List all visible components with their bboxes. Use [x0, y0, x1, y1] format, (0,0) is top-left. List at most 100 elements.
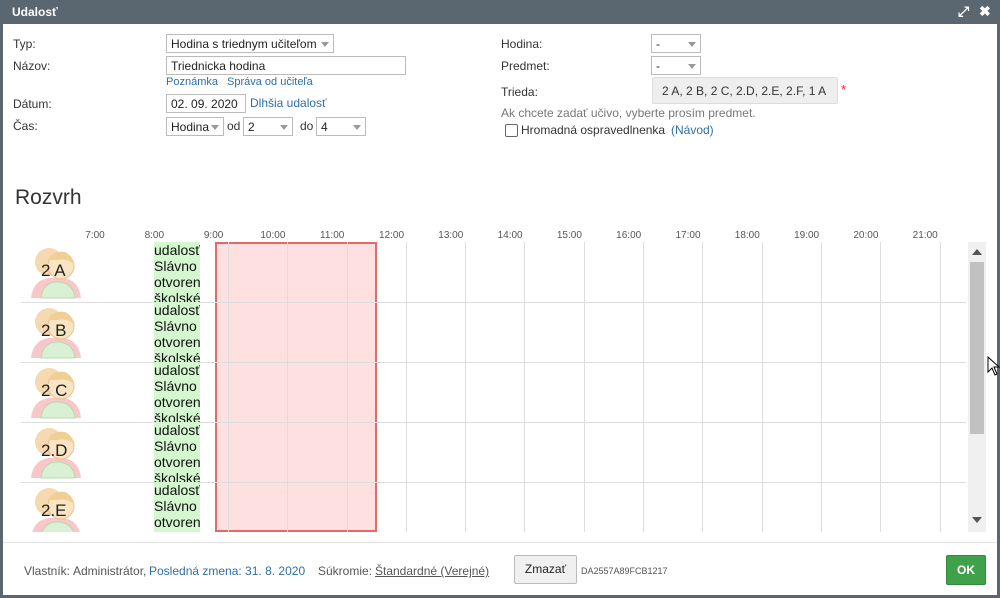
typ-select[interactable]: Hodina s triednym učiteľom [166, 34, 334, 53]
ok-button[interactable]: OK [946, 555, 986, 585]
event-text-line: otvoren [154, 454, 200, 470]
schedule-heading: Rozvrh [15, 186, 82, 209]
typ-select-value: Hodina s triednym učiteľom [171, 37, 317, 51]
hour-label: 18:00 [734, 230, 760, 241]
schedule-event[interactable]: udalosťSlávnootvorenškolské [154, 362, 200, 422]
hodina-label: Hodina: [501, 37, 543, 51]
schedule-event[interactable]: udalosťSlávnootvorenškolské [154, 302, 200, 362]
close-icon[interactable]: ✖ [979, 3, 991, 19]
chevron-down-icon [353, 125, 361, 130]
hodina-select[interactable]: - [651, 34, 701, 53]
dlhsia-udalost-link[interactable]: Dlhšia udalosť [250, 96, 327, 110]
event-text-line: otvoren [154, 394, 200, 410]
hour-label: 21:00 [912, 230, 938, 241]
hour-label: 7:00 [85, 230, 105, 241]
hour-gridline [524, 242, 525, 532]
poznamka-link[interactable]: Poznámka [166, 76, 218, 88]
nazov-input[interactable]: Triednicka hodina [166, 56, 406, 75]
od-select-value: 2 [248, 120, 255, 134]
schedule-grid[interactable]: 7:00 8:00 9:00 10:00 11:00 12:00 13:00 14:00 15:… [21, 228, 986, 532]
chevron-down-icon [321, 42, 329, 47]
event-text-line: Slávno [154, 258, 197, 274]
datum-label: Dátum: [13, 97, 52, 111]
delete-button[interactable]: Zmazať [514, 555, 577, 584]
owner-value: Administrátor, [73, 564, 147, 578]
schedule-event[interactable]: udalosťSlávnootvorenškolské [154, 422, 200, 482]
event-text-line: otvoren [154, 274, 200, 290]
hour-label: 17:00 [675, 230, 701, 241]
cas-unit-value: Hodina [171, 120, 210, 134]
event-text-line: Slávno [154, 498, 197, 514]
scrollbar-thumb[interactable] [970, 262, 984, 434]
od-label: od [227, 119, 241, 133]
event-text-line: udalosť [154, 362, 200, 378]
od-select[interactable]: 2 [243, 117, 293, 136]
hour-gridline [880, 242, 881, 532]
do-select[interactable]: 4 [316, 117, 366, 136]
scroll-down-icon[interactable] [972, 517, 982, 523]
event-text-line: Slávno [154, 318, 197, 334]
required-mark: * [841, 82, 847, 97]
hour-label: 13:00 [438, 230, 464, 241]
chevron-down-icon [211, 125, 219, 130]
hour-label: 11:00 [320, 230, 345, 241]
chevron-down-icon [688, 42, 696, 47]
datum-input[interactable]: 02. 09. 2020 [166, 94, 246, 113]
event-text-line: udalosť [154, 482, 200, 498]
schedule-event[interactable]: udalosťSlávnootvorenškolské [154, 482, 200, 532]
chevron-down-icon [280, 125, 288, 130]
hour-gridline [347, 242, 348, 532]
dialog-titlebar[interactable]: Udalosť ⤢ ✖ [3, 0, 997, 24]
navod-link[interactable]: (Návod) [671, 123, 714, 137]
hour-gridline [584, 242, 585, 532]
predmet-select-value: - [656, 59, 660, 73]
hour-gridline [228, 242, 229, 532]
hour-gridline [940, 242, 941, 532]
last-change: Posledná zmena: 31. 8. 2020 [149, 564, 306, 578]
class-row-label: 2 A [41, 261, 66, 280]
event-text-line: školské [154, 290, 200, 302]
event-text-line: otvoren [154, 514, 200, 530]
typ-label: Typ: [13, 37, 36, 51]
selected-time-range[interactable] [215, 242, 377, 532]
hour-gridline [702, 242, 703, 532]
hour-label: 12:00 [378, 230, 405, 241]
scroll-up-icon[interactable] [972, 249, 982, 255]
predmet-label: Predmet: [501, 59, 550, 73]
hodina-select-value: - [656, 37, 660, 51]
hour-label: 14:00 [497, 230, 523, 241]
dialog-title: Udalosť [12, 5, 58, 19]
privacy-value[interactable]: Štandardné (Verejné) [375, 564, 489, 578]
hour-label: 8:00 [144, 230, 165, 241]
hour-label: 15:00 [556, 230, 582, 241]
cas-unit-select[interactable]: Hodina [166, 117, 224, 136]
do-label: do [300, 119, 314, 133]
event-text-line: školské [154, 410, 200, 422]
chevron-down-icon [688, 64, 696, 69]
hour-label: 20:00 [853, 230, 879, 241]
footer-divider [3, 542, 997, 543]
trieda-multiselect[interactable]: 2 A, 2 B, 2 C, 2.D, 2.E, 2.F, 1 A [652, 77, 838, 104]
schedule-event[interactable]: udalosťSlávnootvorenškolské [154, 242, 200, 302]
hour-gridline [465, 242, 466, 532]
nazov-label: Názov: [13, 59, 51, 73]
sprava-link[interactable]: Správa od učiteľa [227, 76, 313, 88]
event-text-line: otvoren [154, 334, 200, 350]
predmet-select[interactable]: - [651, 56, 701, 75]
hromadna-checkbox[interactable] [505, 124, 518, 137]
event-code: DA2557A89FCB1217 [581, 566, 668, 576]
class-row-label: 2 B [41, 321, 67, 340]
maximize-icon[interactable]: ⤢ [958, 3, 969, 19]
hromadna-label: Hromadná ospravedlnenka [521, 123, 666, 137]
do-select-value: 4 [321, 120, 328, 134]
event-text-line: školské [154, 530, 200, 532]
owner-label: Vlastník: [24, 564, 71, 578]
hour-label: 16:00 [616, 230, 642, 241]
predmet-hint: Ak chcete zadať učivo, vyberte prosím pr… [501, 106, 756, 120]
hour-gridline [406, 242, 407, 532]
event-text-line: udalosť [154, 302, 200, 318]
event-text-line: školské [154, 350, 200, 362]
schedule-scrollbar[interactable] [968, 242, 986, 532]
class-row-label: 2.D [41, 441, 68, 460]
event-text-line: Slávno [154, 378, 197, 394]
